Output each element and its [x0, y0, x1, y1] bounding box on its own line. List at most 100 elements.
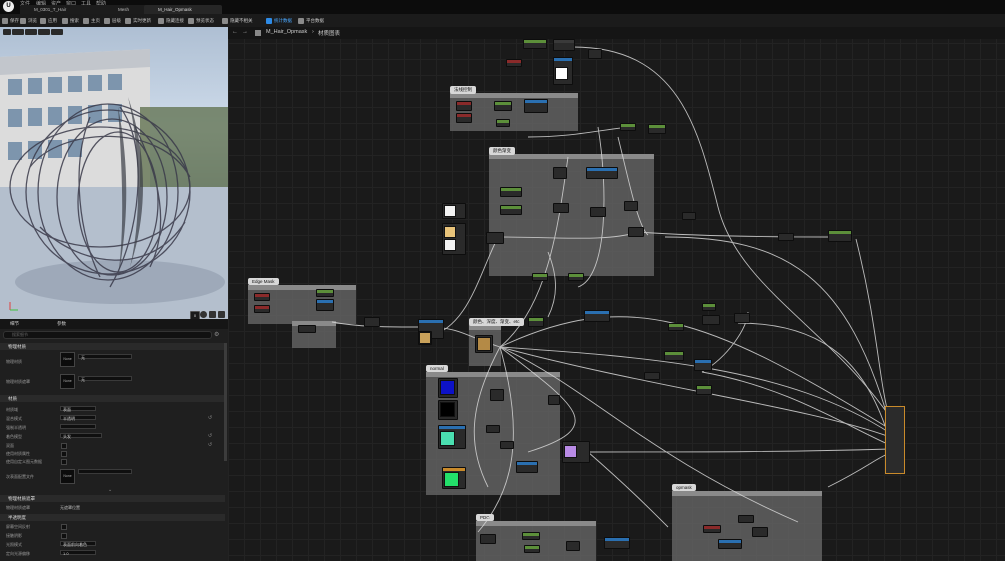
graph-node[interactable]	[604, 537, 630, 549]
graph-node[interactable]	[522, 532, 540, 540]
material-graph[interactable]: ← → M_Hair_Opmask › 材质图表 法线控制 颜色渐变 Edge …	[228, 27, 1005, 561]
blend-mode-select[interactable]: 半透明	[60, 415, 96, 421]
force-translucent-field[interactable]	[60, 424, 96, 429]
sphere-preview-icon[interactable]	[200, 311, 207, 318]
hierarchy-button[interactable]: 层级	[104, 17, 121, 25]
teapot-preview-icon[interactable]	[218, 311, 225, 318]
texture-node[interactable]	[442, 467, 466, 489]
platform-stats-button[interactable]: 平台数据	[298, 17, 324, 25]
graph-node[interactable]	[586, 167, 618, 179]
graph-node[interactable]	[694, 359, 712, 371]
viewport-show-button[interactable]	[38, 29, 50, 35]
graph-node[interactable]	[523, 39, 547, 49]
details-scrollbar[interactable]	[224, 343, 227, 461]
graph-node[interactable]	[648, 124, 666, 134]
details-search-input[interactable]: 搜索细节	[3, 331, 212, 339]
unreal-logo[interactable]: U	[3, 1, 14, 12]
apply-button[interactable]: 应用	[40, 17, 57, 25]
graph-node[interactable]	[298, 325, 316, 333]
tab-parameters[interactable]: 参数	[57, 321, 66, 327]
viewport-perspective-button[interactable]	[12, 29, 24, 35]
graph-node[interactable]	[532, 273, 548, 281]
graph-node[interactable]	[496, 119, 510, 127]
texture-node[interactable]	[418, 331, 432, 345]
section-phys-mask[interactable]: 物理材质遮罩	[0, 495, 225, 502]
graph-node[interactable]	[456, 113, 472, 123]
viewport-menu-button[interactable]	[3, 29, 11, 35]
texture-node[interactable]	[438, 400, 458, 420]
graph-node[interactable]	[553, 167, 567, 179]
graph-node[interactable]	[752, 527, 768, 537]
graph-node[interactable]	[778, 233, 794, 241]
texture-node[interactable]	[442, 203, 466, 219]
graph-node[interactable]	[590, 207, 606, 217]
lighting-mode-select[interactable]: 表面前向着色	[60, 541, 96, 547]
asset-thumbnail[interactable]: None	[60, 469, 75, 484]
subsurface-select[interactable]	[78, 469, 132, 474]
asset-thumbnail[interactable]: None	[60, 374, 75, 389]
hide-unrelated-button[interactable]: 隐藏不相关	[222, 17, 253, 25]
graph-node[interactable]	[566, 541, 580, 551]
graph-node[interactable]	[702, 303, 716, 311]
preview-state-button[interactable]: 预览状态	[188, 17, 214, 25]
phys-material-select[interactable]: 无	[78, 354, 132, 360]
graph-node[interactable]	[828, 230, 852, 242]
graph-node[interactable]	[456, 101, 472, 111]
tab-m0301[interactable]: M_0301_T_Hair	[20, 5, 114, 14]
shading-model-select[interactable]: 头发	[60, 433, 102, 439]
graph-node[interactable]	[506, 59, 522, 67]
graph-node[interactable]	[516, 461, 538, 473]
save-button[interactable]: 保存	[2, 17, 19, 25]
graph-node[interactable]	[718, 539, 742, 549]
texture-node[interactable]	[562, 441, 590, 463]
search-button[interactable]: 搜索	[62, 17, 79, 25]
graph-node[interactable]	[364, 317, 380, 327]
graph-node[interactable]	[500, 187, 522, 197]
graph-node[interactable]	[524, 99, 548, 113]
use-attributes-checkbox[interactable]	[61, 451, 67, 457]
graph-node[interactable]	[486, 425, 500, 433]
reset-icon[interactable]: ↺	[208, 415, 212, 421]
graph-node[interactable]	[500, 205, 522, 215]
viewport-options-button[interactable]	[51, 29, 63, 35]
ssr-checkbox[interactable]	[61, 524, 67, 530]
preview-viewport[interactable]: 0	[0, 27, 228, 319]
reset-icon[interactable]: ↺	[208, 433, 212, 439]
graph-node[interactable]	[553, 39, 575, 51]
chevron-down-icon[interactable]: ⌄	[108, 487, 112, 493]
live-update-button[interactable]: 实时更新	[125, 17, 151, 25]
tab-material[interactable]: M_Hair_Opmask	[144, 5, 222, 14]
graph-node[interactable]	[490, 389, 504, 401]
asset-thumbnail[interactable]: None	[60, 352, 75, 367]
graph-node[interactable]	[480, 534, 496, 544]
texture-node[interactable]	[553, 57, 573, 85]
graph-node[interactable]	[703, 525, 721, 533]
directional-offset-field[interactable]: 1.0	[60, 550, 96, 556]
graph-node[interactable]	[620, 123, 636, 131]
contact-shadows-checkbox[interactable]	[61, 533, 67, 539]
graph-node[interactable]	[588, 49, 602, 59]
graph-node[interactable]	[624, 201, 638, 211]
texture-node[interactable]	[442, 223, 466, 255]
texture-node[interactable]	[475, 335, 493, 353]
graph-node[interactable]	[316, 289, 334, 297]
graph-node[interactable]	[644, 372, 660, 380]
section-material[interactable]: 材质	[0, 395, 225, 402]
reset-icon[interactable]: ↺	[208, 442, 212, 448]
graph-node[interactable]	[553, 203, 569, 213]
home-button[interactable]: 主页	[83, 17, 100, 25]
graph-node[interactable]	[528, 317, 544, 327]
graph-node[interactable]	[702, 315, 720, 325]
texture-node[interactable]	[438, 378, 458, 398]
graph-node[interactable]	[628, 227, 644, 237]
graph-node[interactable]	[664, 351, 684, 361]
viewport-badge[interactable]: 0	[190, 311, 200, 319]
graph-node[interactable]	[500, 441, 514, 449]
material-output-node[interactable]	[885, 406, 905, 474]
custom-primitive-checkbox[interactable]	[61, 459, 67, 465]
viewport-lit-button[interactable]	[25, 29, 37, 35]
settings-icon[interactable]: ⚙	[214, 331, 219, 338]
graph-node[interactable]	[254, 305, 270, 313]
two-sided-checkbox[interactable]	[61, 443, 67, 449]
hide-connectors-button[interactable]: 隐藏连接	[158, 17, 184, 25]
